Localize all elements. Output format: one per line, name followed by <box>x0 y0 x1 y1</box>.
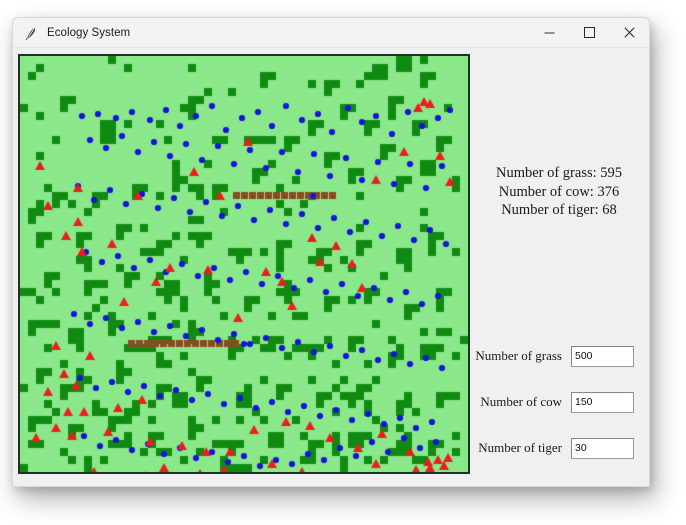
cow-input-row: Number of cow 150 <box>461 390 641 414</box>
grass-input-row: Number of grass 500 <box>461 344 641 368</box>
maximize-icon <box>583 27 595 38</box>
desktop-background: Ecology System Number of grass: 595 Numb… <box>0 0 686 525</box>
tiger-count-input[interactable]: 30 <box>571 437 634 459</box>
grass-count-input[interactable]: 500 <box>571 345 634 367</box>
stat-tiger-count: Number of tiger: 68 <box>501 202 617 218</box>
stat-cow-count: Number of cow: 376 <box>498 183 620 200</box>
window-title: Ecology System <box>47 26 131 39</box>
window-titlebar[interactable]: Ecology System <box>13 18 649 48</box>
initialize-button[interactable]: Initialize <box>471 486 533 487</box>
maximize-button[interactable] <box>569 18 609 47</box>
feather-icon <box>25 26 36 40</box>
simulation-canvas-frame <box>18 54 470 474</box>
cow-count-input[interactable]: 150 <box>571 391 634 413</box>
tiger-input-label: Number of tiger <box>478 440 562 455</box>
start-button[interactable]: Start <box>549 486 613 487</box>
close-icon <box>623 27 635 38</box>
tiger-input-row: Number of tiger 30 <box>461 436 641 460</box>
grass-input-label: Number of grass <box>475 348 562 363</box>
close-button[interactable] <box>609 18 649 47</box>
stat-grass-count: Number of grass: 595 <box>495 165 623 181</box>
minimize-button[interactable] <box>529 18 569 47</box>
ecology-simulation-canvas[interactable] <box>20 56 468 472</box>
cow-input-label: Number of cow <box>480 394 562 409</box>
window-controls <box>529 18 649 47</box>
minimize-icon <box>544 32 554 34</box>
ecology-system-window: Ecology System Number of grass: 595 Numb… <box>12 17 650 487</box>
population-statistics: Number of grass: 595 Number of cow: 376 … <box>475 164 643 220</box>
window-body: Number of grass: 595 Number of cow: 376 … <box>13 48 649 486</box>
